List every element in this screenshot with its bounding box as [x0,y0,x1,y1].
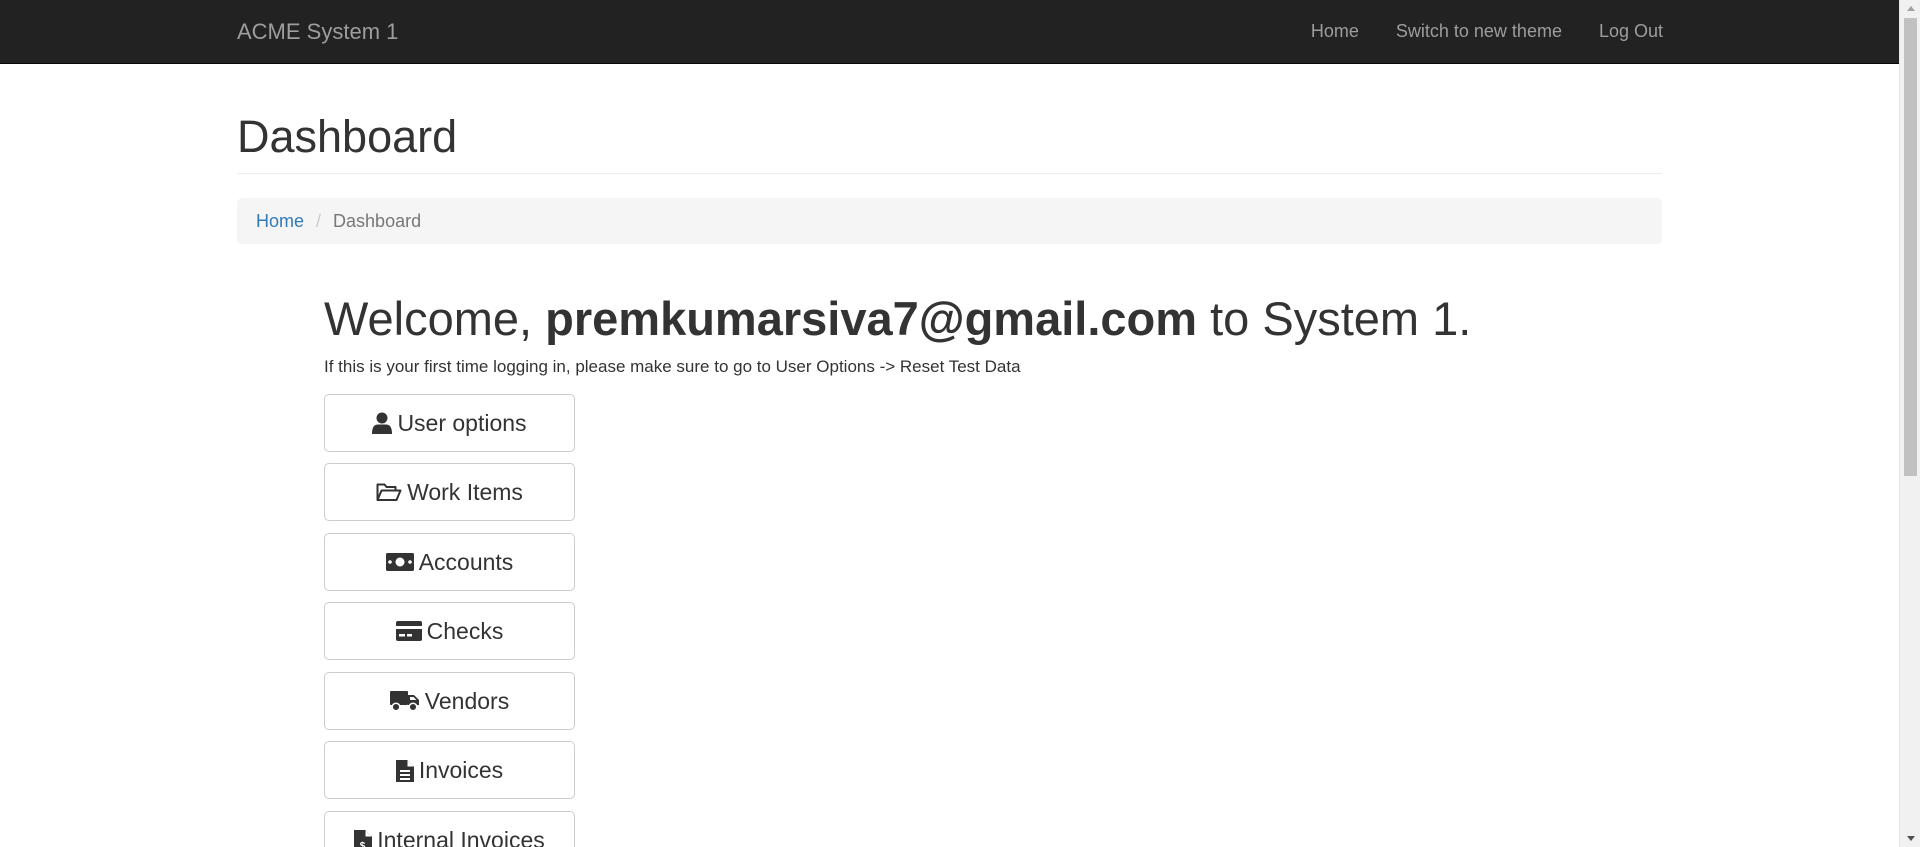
svg-text:$: $ [360,841,366,847]
welcome-heading: Welcome, premkumarsiva7@gmail.com to Sys… [324,292,1471,346]
work-items-label: Work Items [407,478,523,505]
nav-switch-theme-link[interactable]: Switch to new theme [1377,0,1580,63]
top-navbar: ACME System 1 Home Switch to new theme L… [0,0,1899,64]
credit-card-icon [395,621,422,641]
nav-links: Home Switch to new theme Log Out [1292,0,1663,63]
title-divider [237,173,1662,174]
user-icon [372,412,393,435]
file-invoice-dollar-icon: $ [354,829,373,847]
scrollbar-thumb[interactable] [1904,18,1917,476]
invoices-label: Invoices [418,756,504,783]
scroll-down-arrow-icon[interactable] [1900,830,1920,847]
money-icon [385,553,414,571]
welcome-suffix: to System 1. [1197,292,1472,345]
breadcrumb-separator: / [316,210,322,231]
nav-logout-link[interactable]: Log Out [1580,0,1663,63]
welcome-prefix: Welcome, [324,292,546,345]
nav-home-link[interactable]: Home [1292,0,1377,63]
user-email: premkumarsiva7@gmail.com [545,292,1198,345]
vendors-label: Vendors [424,687,510,714]
first-login-notice: If this is your first time logging in, p… [324,357,1021,376]
breadcrumb-current: Dashboard [333,210,422,231]
checks-button[interactable]: Checks [324,602,575,660]
scroll-up-arrow-icon[interactable] [1900,0,1920,17]
internal-invoices-button[interactable]: $ Internal Invoices [324,811,575,847]
invoices-button[interactable]: Invoices [324,741,575,799]
work-items-button[interactable]: Work Items [324,463,575,521]
breadcrumb: Home / Dashboard [237,198,1662,244]
accounts-button[interactable]: Accounts [324,533,575,591]
file-text-icon [395,759,414,782]
breadcrumb-home-link[interactable]: Home [256,211,304,232]
truck-icon [389,690,420,712]
vendors-button[interactable]: Vendors [324,672,575,730]
accounts-label: Accounts [418,548,514,575]
folder-open-icon [376,482,402,502]
page-scrollbar[interactable] [1899,0,1920,847]
checks-label: Checks [426,617,504,644]
user-options-button[interactable]: User options [324,394,575,452]
user-options-label: User options [397,409,527,436]
internal-invoices-label: Internal Invoices [377,826,545,847]
brand-title[interactable]: ACME System 1 [237,0,398,63]
page-title: Dashboard [237,111,458,162]
